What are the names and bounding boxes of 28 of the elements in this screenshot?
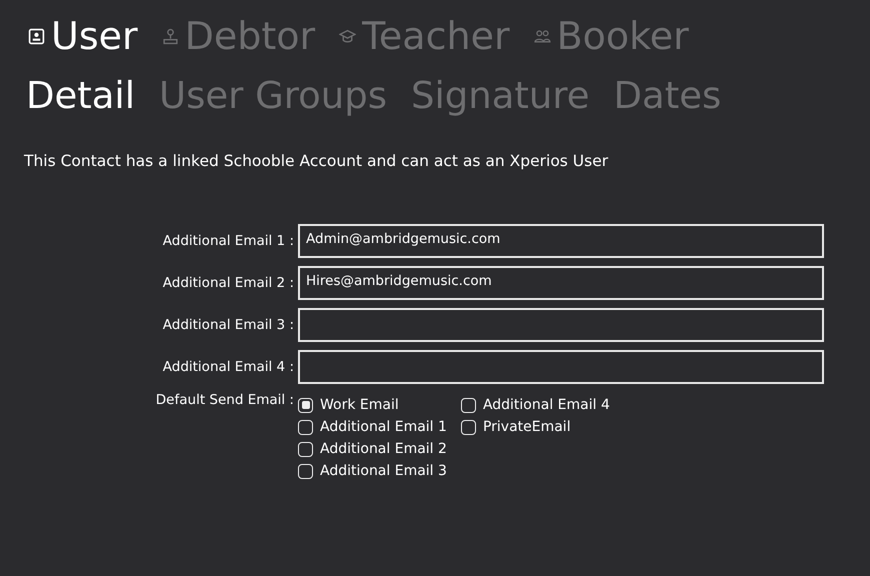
email-field[interactable]: Admin@ambridgemusic.com [298,224,824,258]
radio-box[interactable] [298,398,313,412]
field-label: Additional Email 4 : [162,359,294,375]
tab[interactable]: User [28,10,138,62]
email-field[interactable] [298,308,824,342]
mortarboard-icon [339,28,356,44]
radio-option[interactable]: Additional Email 2 [298,438,447,460]
radio-box[interactable] [298,464,313,478]
radio-option[interactable]: Additional Email 3 [298,460,447,482]
email-field[interactable] [298,350,824,384]
radio-option[interactable]: PrivateEmail [460,416,610,438]
email-field[interactable]: Hires@ambridgemusic.com [298,266,824,300]
field-label: Additional Email 2 : [162,275,294,291]
person-icon [162,28,179,44]
radio-option[interactable]: Additional Email 1 [298,416,447,438]
field-label: Additional Email 1 : [162,233,294,249]
radio-option[interactable]: Work Email [298,394,447,416]
info-text: This Contact has a linked Schooble Account and can act as an Xperios User [24,152,610,170]
radio-option[interactable]: Additional Email 4 [460,394,610,416]
radio-box[interactable] [298,420,313,434]
field-label: Default Send Email : [154,392,294,408]
radio-box[interactable] [460,398,476,412]
id-card-icon [28,28,45,44]
radio-box[interactable] [298,442,313,456]
people-icon [534,28,551,44]
tab[interactable]: Detail [26,66,135,126]
field-label: Additional Email 3 : [162,317,294,333]
radio-box[interactable] [460,420,476,434]
